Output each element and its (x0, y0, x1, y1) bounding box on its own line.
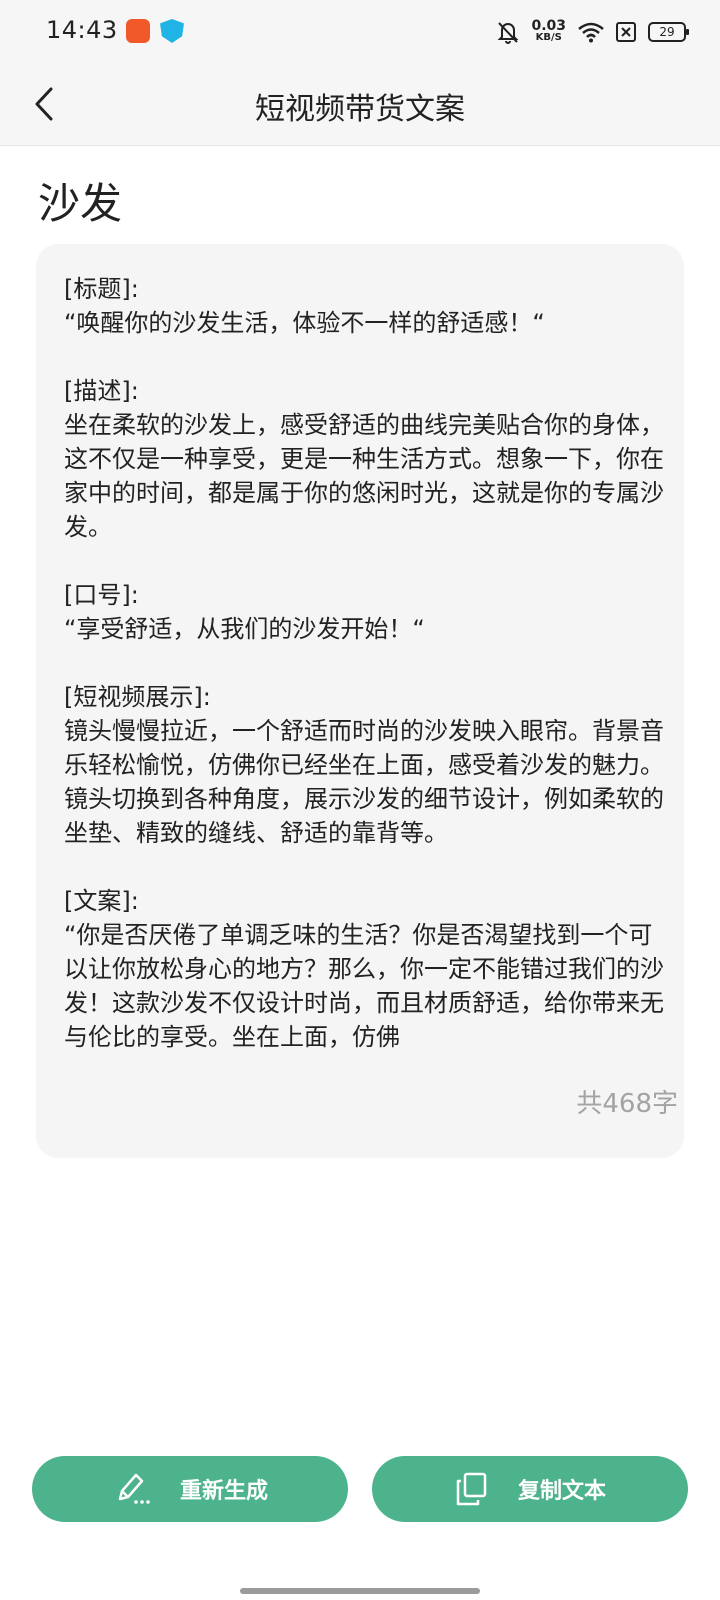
security-shield-icon (160, 19, 184, 43)
no-sim-icon (616, 22, 636, 42)
copy-section: [短视频展示]: 镜头慢慢拉近，一个舒适而时尚的沙发映入眼帘。背景音乐轻松愉悦，… (64, 680, 664, 850)
section-body: “享受舒适，从我们的沙发开始！“ (64, 615, 425, 643)
section-body: “唤醒你的沙发生活，体验不一样的舒适感！“ (64, 309, 545, 337)
copy-text-button[interactable]: 复制文本 (372, 1456, 688, 1522)
home-indicator[interactable] (240, 1588, 480, 1594)
section-label: [口号]: (64, 581, 139, 609)
network-speed-unit: KB/S (535, 32, 562, 43)
char-count: 共468字 (576, 1089, 678, 1119)
wifi-icon (578, 22, 604, 43)
section-body: “你是否厌倦了单调乏味的生活？你是否渴望找到一个可以让你放松身心的地方？那么，你… (64, 921, 664, 1051)
mute-bell-icon (498, 22, 519, 44)
status-time: 14:43 (46, 16, 118, 44)
copy-section: [标题]: “唤醒你的沙发生活，体验不一样的舒适感！“ (64, 272, 664, 340)
regenerate-label: 重新生成 (179, 1479, 268, 1504)
status-bar: 14:43 0.03 KB/S 29 (0, 0, 720, 64)
app-bar: 短视频带货文案 (0, 64, 720, 146)
screen-title: 短视频带货文案 (255, 92, 465, 127)
section-label: [描述]: (64, 377, 139, 405)
network-speed: 0.03 KB/S (531, 18, 566, 44)
section-body: 坐在柔软的沙发上，感受舒适的曲线完美贴合你的身体，这不仅是一种享受，更是一种生活… (64, 411, 664, 541)
section-label: [短视频展示]: (64, 683, 211, 711)
copy-text-label: 复制文本 (517, 1479, 606, 1504)
section-label: [文案]: (64, 887, 139, 915)
copy-section: [描述]: 坐在柔软的沙发上，感受舒适的曲线完美贴合你的身体，这不仅是一种享受，… (64, 374, 664, 544)
copy-text-scroll[interactable]: [标题]: “唤醒你的沙发生活，体验不一样的舒适感！“ [描述]: 坐在柔软的沙… (64, 272, 664, 1054)
status-indicators: 0.03 KB/S 29 (497, 14, 689, 50)
section-label: [标题]: (64, 275, 139, 303)
regenerate-button[interactable]: 重新生成 (32, 1456, 348, 1522)
section-body: 镜头慢慢拉近，一个舒适而时尚的沙发映入眼帘。背景音乐轻松愉悦，仿佛你已经坐在上面… (64, 717, 664, 847)
page-title: 沙发 (38, 179, 123, 228)
network-speed-value: 0.03 (531, 18, 566, 34)
copy-section: [文案]: “你是否厌倦了单调乏味的生活？你是否渴望找到一个可以让你放松身心的地… (64, 884, 664, 1054)
battery-indicator: 29 (648, 22, 689, 42)
copy-text-card: [标题]: “唤醒你的沙发生活，体验不一样的舒适感！“ [描述]: 坐在柔软的沙… (36, 244, 684, 1158)
pencil-icon (118, 1473, 150, 1504)
app-notification-icon (126, 19, 150, 43)
copy-icon (456, 1472, 487, 1506)
copy-section: [口号]: “享受舒适，从我们的沙发开始！“ (64, 578, 664, 646)
